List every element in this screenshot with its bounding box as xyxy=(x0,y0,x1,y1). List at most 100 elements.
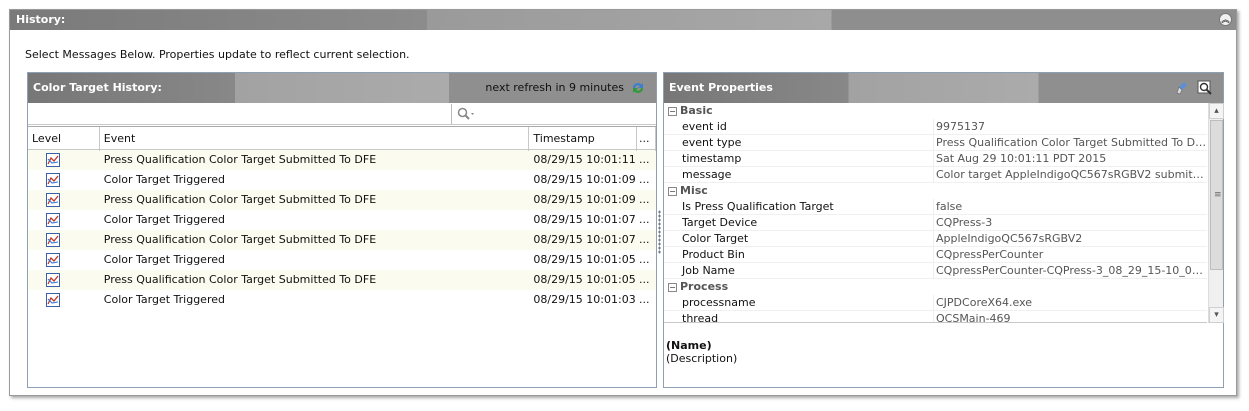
property-name: Product Bin xyxy=(664,247,934,262)
property-row[interactable]: event type Press Qualification Color Targ… xyxy=(664,135,1207,151)
timestamp-cell: 08/29/15 10:01:07 xyxy=(533,233,636,246)
property-row[interactable]: message Color target AppleIndigoQC567sRGB… xyxy=(664,167,1207,183)
property-name: Job Name xyxy=(664,263,934,278)
property-row[interactable]: Product Bin CQpressPerCounter xyxy=(664,247,1207,263)
property-row[interactable]: Color Target AppleIndigoQC567sRGBV2 xyxy=(664,231,1207,247)
timestamp-cell: 08/29/15 10:01:05 xyxy=(533,253,636,266)
properties-panel-title: Event Properties xyxy=(669,81,773,94)
chart-level-icon xyxy=(46,233,60,247)
more-cell: ... xyxy=(639,213,650,226)
property-scrollbar[interactable]: ▴ ≡ ▾ xyxy=(1208,103,1224,323)
more-cell: ... xyxy=(639,173,650,186)
scroll-up-icon[interactable]: ▴ xyxy=(1209,103,1224,119)
more-cell: ... xyxy=(639,293,650,306)
property-value: Press Qualification Color Target Submitt… xyxy=(936,136,1207,149)
double-chevron-up-icon[interactable]: ︽ xyxy=(1219,13,1232,26)
history-panel-header: Color Target History: next refresh in 9 … xyxy=(28,73,656,103)
level-cell xyxy=(28,210,100,230)
property-name: thread xyxy=(664,311,934,322)
property-name: message xyxy=(664,167,934,182)
property-value: CQpressPerCounter-CQPress-3_08_29_15-10_… xyxy=(936,264,1207,277)
property-name: Is Press Qualification Target xyxy=(664,199,934,214)
timestamp-cell: 08/29/15 10:01:09 xyxy=(533,193,636,206)
category-misc[interactable]: − Misc xyxy=(664,183,1207,199)
table-row[interactable]: Color Target Triggered 08/29/15 10:01:09.… xyxy=(28,170,656,190)
property-name: event type xyxy=(664,135,934,150)
table-row[interactable]: Color Target Triggered 08/29/15 10:01:05.… xyxy=(28,250,656,270)
column-event[interactable]: Event xyxy=(100,127,530,151)
history-window: History: ︽ Select Messages Below. Proper… xyxy=(9,9,1237,396)
collapse-icon[interactable]: − xyxy=(668,107,677,116)
scroll-thumb[interactable]: ≡ xyxy=(1210,120,1223,270)
column-more[interactable]: ... xyxy=(637,127,656,151)
event-cell: Press Qualification Color Target Submitt… xyxy=(103,273,377,286)
event-cell: Press Qualification Color Target Submitt… xyxy=(103,153,377,166)
timestamp-cell: 08/29/15 10:01:11 xyxy=(533,153,636,166)
level-cell xyxy=(28,230,100,250)
level-cell xyxy=(28,170,100,190)
description-area: (Name) (Description) xyxy=(666,339,737,365)
collapse-icon[interactable]: − xyxy=(668,283,677,292)
property-name: Target Device xyxy=(664,215,934,230)
panel-splitter[interactable] xyxy=(658,210,661,254)
timestamp-cell: 08/29/15 10:01:05 xyxy=(533,273,636,286)
chart-level-icon xyxy=(46,273,60,287)
table-row[interactable]: Press Qualification Color Target Submitt… xyxy=(28,230,656,250)
grip-icon: ≡ xyxy=(1214,190,1222,200)
clear-icon[interactable] xyxy=(1175,80,1191,96)
property-row[interactable]: processname CJPDCoreX64.exe xyxy=(664,295,1207,311)
search-icon[interactable] xyxy=(1197,80,1213,96)
chart-level-icon xyxy=(46,153,60,167)
collapse-icon[interactable]: − xyxy=(668,187,677,196)
table-row[interactable]: Color Target Triggered 08/29/15 10:01:03.… xyxy=(28,290,656,310)
category-process[interactable]: − Process xyxy=(664,279,1207,295)
property-name: event id xyxy=(664,119,934,134)
property-name: processname xyxy=(664,295,934,310)
property-row[interactable]: timestamp Sat Aug 29 10:01:11 PDT 2015 xyxy=(664,151,1207,167)
more-cell: ... xyxy=(639,253,650,266)
event-cell: Color Target Triggered xyxy=(103,173,225,186)
property-row[interactable]: event id 9975137 xyxy=(664,119,1207,135)
more-cell: ... xyxy=(639,233,650,246)
refresh-countdown: next refresh in 9 minutes xyxy=(485,81,624,94)
column-timestamp[interactable]: Timestamp xyxy=(529,127,638,151)
scroll-down-icon[interactable]: ▾ xyxy=(1209,307,1224,323)
column-level[interactable]: Level xyxy=(28,127,100,151)
more-cell: ... xyxy=(639,193,650,206)
description-text: (Description) xyxy=(666,352,738,365)
property-name: timestamp xyxy=(664,151,934,166)
level-cell xyxy=(28,290,100,310)
property-value: CQpressPerCounter xyxy=(936,248,1044,261)
property-row[interactable]: thread QCSMain-469 xyxy=(664,311,1207,323)
refresh-icon[interactable] xyxy=(630,80,646,96)
table-row[interactable]: Press Qualification Color Target Submitt… xyxy=(28,190,656,210)
property-row[interactable]: Is Press Qualification Target false xyxy=(664,199,1207,215)
more-cell: ... xyxy=(639,153,650,166)
chart-level-icon xyxy=(46,253,60,267)
table-row[interactable]: Press Qualification Color Target Submitt… xyxy=(28,150,656,170)
properties-panel-header: Event Properties xyxy=(664,73,1223,103)
event-cell: Press Qualification Color Target Submitt… xyxy=(103,193,377,206)
filter-input[interactable] xyxy=(451,104,656,124)
property-value: QCSMain-469 xyxy=(936,312,1011,323)
search-dropdown-icon[interactable] xyxy=(457,107,477,121)
more-cell: ... xyxy=(639,273,650,286)
level-cell xyxy=(28,150,100,170)
chart-level-icon xyxy=(46,213,60,227)
category-label: Process xyxy=(680,280,729,293)
history-table: Level Event Timestamp ... Press Qualific… xyxy=(28,126,656,310)
event-properties-panel: Event Properties − Basic event id 9975137 ev… xyxy=(663,72,1224,388)
window-title: History: xyxy=(16,13,66,26)
level-cell xyxy=(28,270,100,290)
property-row[interactable]: Job Name CQpressPerCounter-CQPress-3_08_2… xyxy=(664,263,1207,279)
table-row[interactable]: Press Qualification Color Target Submitt… xyxy=(28,270,656,290)
category-basic[interactable]: − Basic xyxy=(664,103,1207,119)
window-header: History: ︽ xyxy=(10,10,1236,30)
description-name: (Name) xyxy=(666,339,712,352)
property-value: CQPress-3 xyxy=(936,216,993,229)
event-cell: Color Target Triggered xyxy=(103,253,225,266)
filter-row xyxy=(28,103,656,125)
event-cell: Press Qualification Color Target Submitt… xyxy=(103,233,377,246)
table-row[interactable]: Color Target Triggered 08/29/15 10:01:07.… xyxy=(28,210,656,230)
property-row[interactable]: Target Device CQPress-3 xyxy=(664,215,1207,231)
